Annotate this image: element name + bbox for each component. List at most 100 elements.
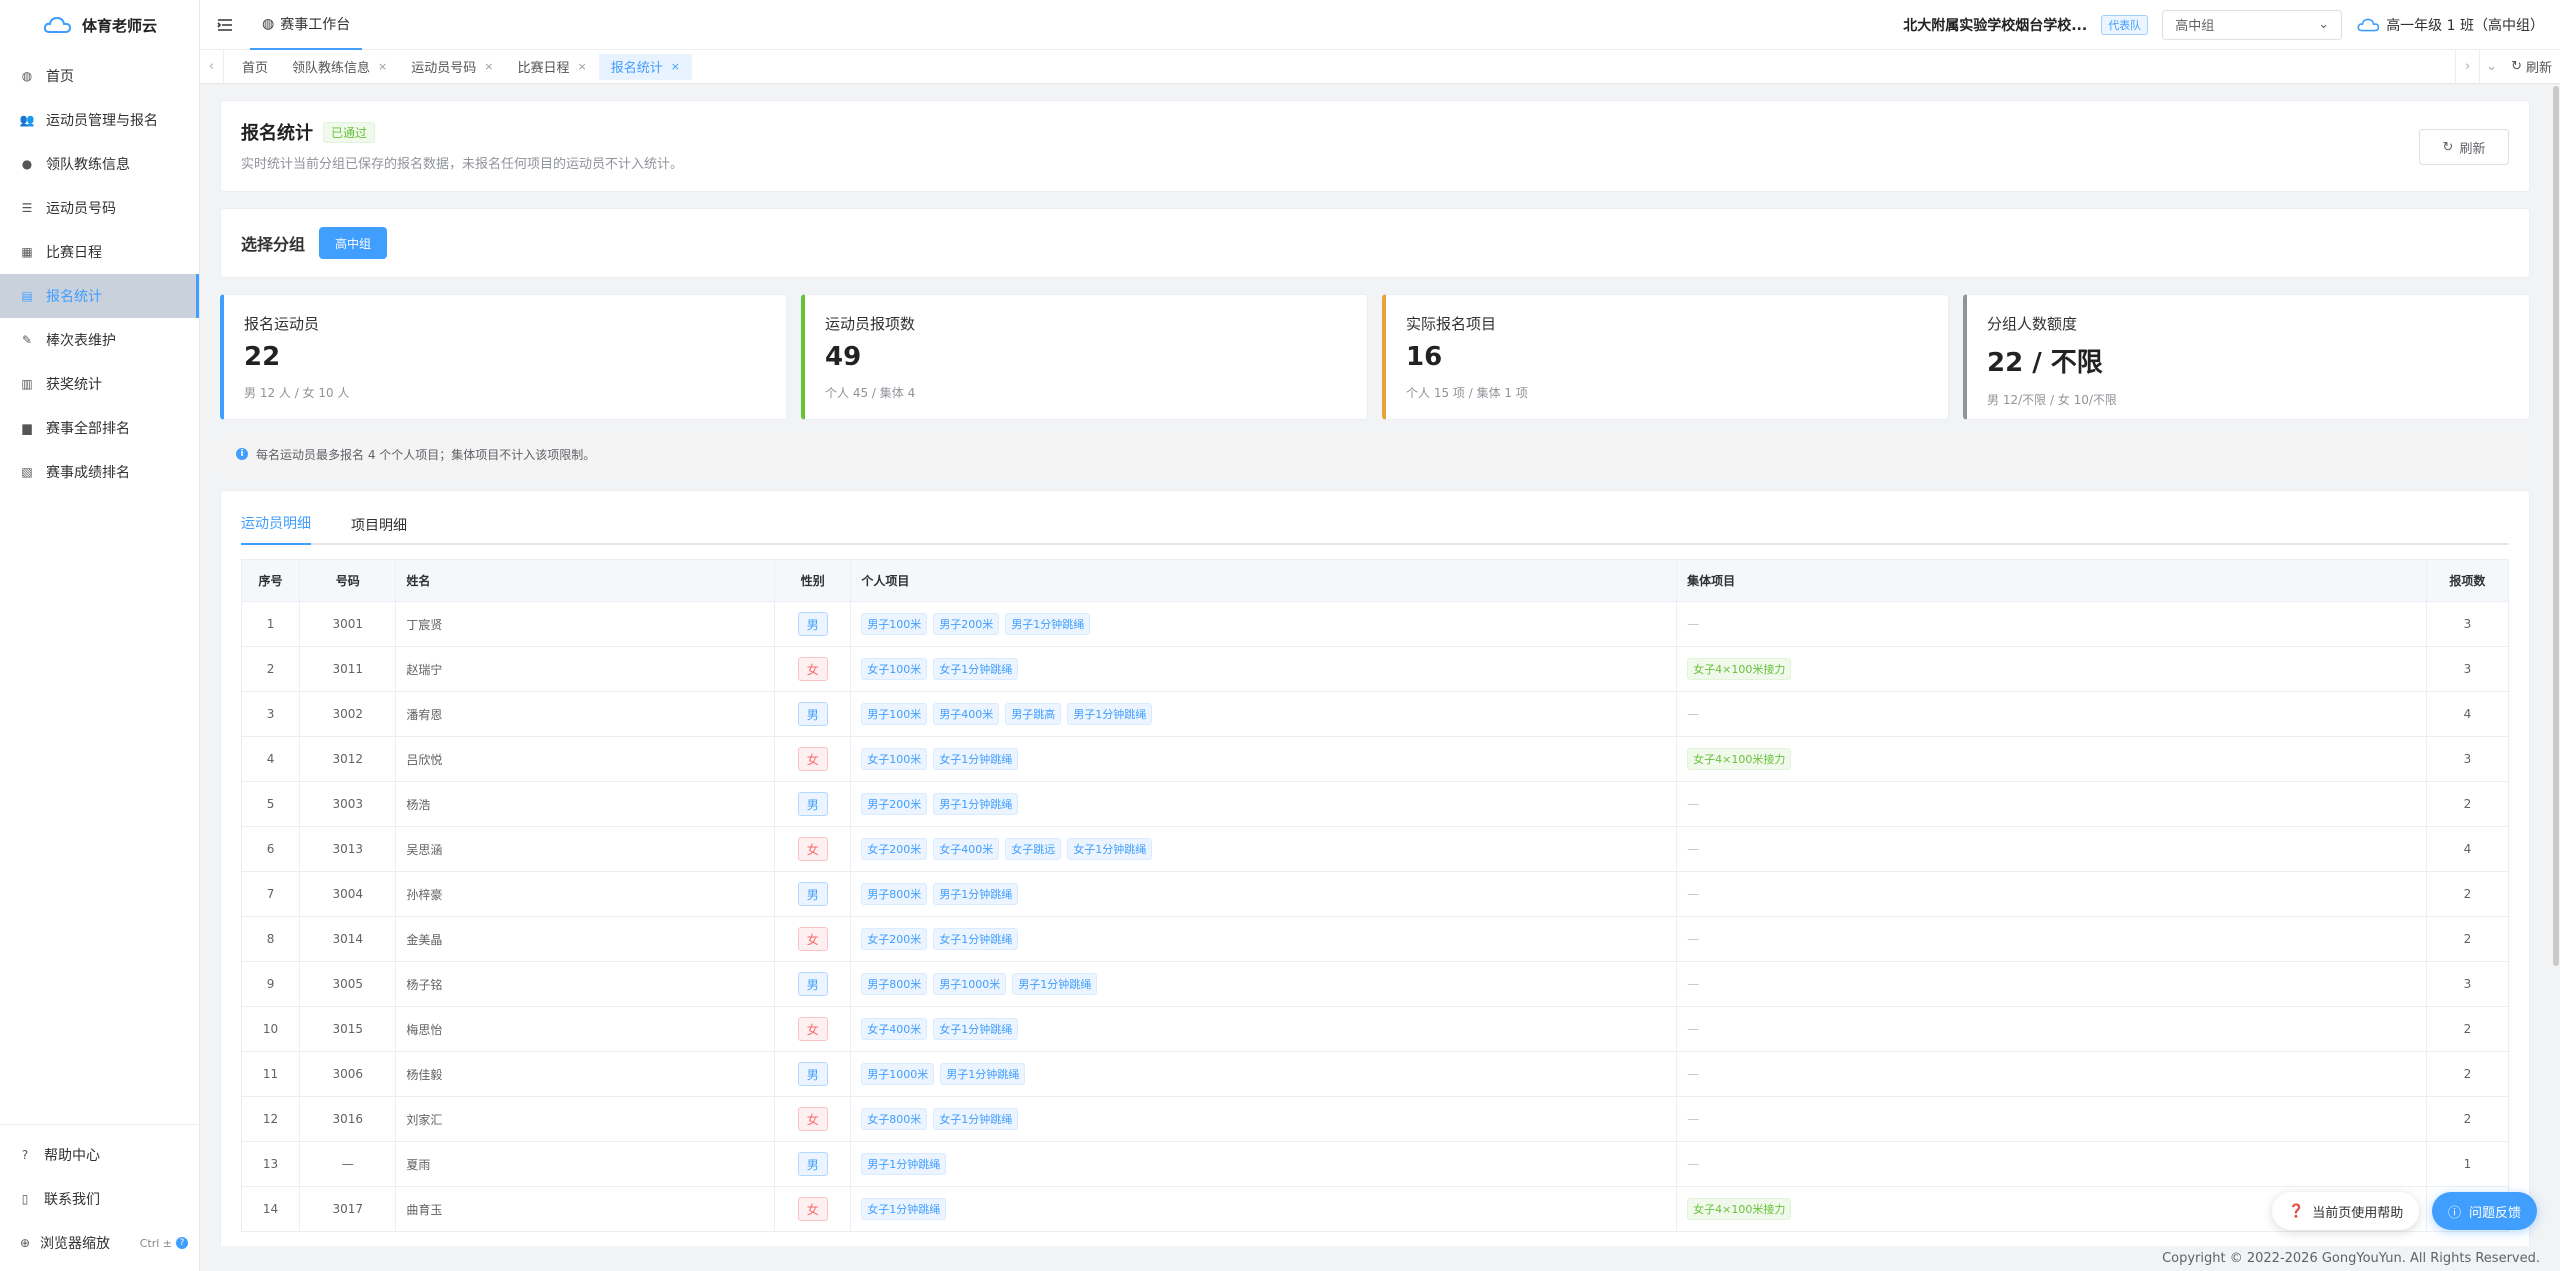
sidebar-item-2[interactable]: ● 领队教练信息: [0, 142, 199, 186]
event-tag: 女子1分钟跳绳: [933, 748, 1019, 770]
tabs-scroll-right-icon[interactable]: ›: [2455, 49, 2479, 84]
tabs-scroll-left-icon[interactable]: ‹: [200, 49, 224, 84]
table-header-row: 序号 号码 姓名 性别 个人项目 集体项目 报项数: [240, 559, 2510, 602]
cell-count: 1: [2425, 1141, 2510, 1187]
tab-label: 比赛日程: [517, 61, 570, 76]
cell-number: 3003: [299, 781, 397, 827]
browser-zoom[interactable]: ⊕ 浏览器缩放 Ctrl ±?: [0, 1221, 200, 1265]
event-tag: 女子1分钟跳绳: [861, 1198, 947, 1220]
sidebar-item-label: 棒次表维护: [46, 333, 116, 349]
cell-count: 3: [2425, 601, 2510, 647]
group-select[interactable]: 高中组 ⌄: [2162, 9, 2343, 40]
cell-name: 夏雨: [395, 1141, 776, 1187]
sidebar-item-label: 赛事全部排名: [46, 421, 130, 437]
cell-sex: 女: [774, 826, 852, 872]
cell-no: 7: [240, 871, 301, 917]
cell-count: 2: [2425, 1051, 2510, 1097]
topbar: ◍ 赛事工作台 北大附属实验学校烟台学校... 代表队 高中组 ⌄ 高一年级 1 …: [200, 0, 2560, 50]
help-center-label: 帮助中心: [44, 1148, 100, 1164]
sidebar-item-8[interactable]: ▆ 赛事全部排名: [0, 406, 199, 450]
close-icon[interactable]: ×: [671, 60, 680, 73]
question-icon[interactable]: ?: [176, 1237, 188, 1249]
brand[interactable]: 体育老师云: [0, 0, 199, 50]
tab-athlete-detail[interactable]: 运动员明细: [241, 513, 311, 545]
column-header: 号码: [299, 559, 397, 602]
cell-count: 4: [2425, 691, 2510, 737]
cell-no: 14: [240, 1186, 301, 1232]
close-icon[interactable]: ×: [378, 60, 387, 73]
scrollbar-thumb[interactable]: [2553, 86, 2559, 966]
event-tag: 女子200米: [861, 928, 928, 950]
cell-no: 5: [240, 781, 301, 827]
cell-team-events: —: [1676, 826, 2427, 872]
cell-sex: 女: [774, 1096, 852, 1142]
contact-link[interactable]: ▯ 联系我们: [0, 1177, 200, 1221]
tab-event-detail[interactable]: 项目明细: [351, 515, 407, 545]
tab-label: 报名统计: [610, 61, 663, 76]
stat-label: 实际报名项目: [1406, 315, 1497, 333]
table-row: 143017曲育玉女女子1分钟跳绳女子4×100米接力2: [240, 1186, 2510, 1232]
page-scrollbar[interactable]: [2552, 84, 2560, 1246]
sidebar-item-7[interactable]: ▥ 获奖统计: [0, 362, 199, 406]
tab-3[interactable]: 比赛日程 ×: [505, 54, 598, 80]
cell-count: 2: [2425, 781, 2510, 827]
cell-no: 1: [240, 601, 301, 647]
column-header: 序号: [240, 559, 301, 602]
detail-tabs: 运动员明细 项目明细: [241, 507, 2509, 545]
team-badge: 代表队: [2101, 14, 2149, 35]
tab-label: 领队教练信息: [292, 61, 371, 76]
tabs-bar: ‹ 首页 领队教练信息 × 运动员号码 × 比赛日程 × 报名统计 × › ⌄ ↻ 刷新: [200, 49, 2560, 84]
sidebar-item-0[interactable]: ◍ 首页: [0, 54, 199, 98]
sidebar-item-label: 获奖统计: [46, 377, 102, 393]
feedback-button[interactable]: ⓘ 问题反馈: [2432, 1192, 2538, 1230]
tab-2[interactable]: 运动员号码 ×: [399, 54, 505, 80]
table-body: 1 3001 丁宸贤男男子100米 男子200米 男子1分钟跳绳 —3 2 3011 赵瑞宁女女…: [240, 601, 2510, 1232]
cell-name: 杨浩: [395, 781, 776, 827]
group-select-value: 高中组: [2175, 19, 2215, 34]
class-switcher[interactable]: 高一年级 1 班（高中组）: [2356, 15, 2544, 35]
sidebar-item-1[interactable]: 👥 运动员管理与报名: [0, 98, 199, 142]
help-center-link[interactable]: ? 帮助中心: [0, 1133, 200, 1177]
event-tag: 男子1分钟跳绳: [933, 793, 1019, 815]
nav-workbench[interactable]: ◍ 赛事工作台: [250, 0, 363, 50]
tabs-refresh-button[interactable]: ↻ 刷新: [2503, 57, 2560, 76]
table-row: 12 3016 刘家汇女女子800米 女子1分钟跳绳 —2: [240, 1096, 2510, 1142]
cell-team-events: —: [1676, 1006, 2427, 1052]
tab-0[interactable]: 首页: [230, 54, 280, 80]
dashboard-icon: ◍: [21, 69, 33, 83]
stat-card: 运动员报项数 49 个人 45 / 集体 4: [801, 294, 1368, 420]
sidebar-item-label: 领队教练信息: [46, 157, 130, 173]
event-tag: 女子1分钟跳绳: [933, 1108, 1019, 1130]
cell-team-events: 女子4×100米接力: [1676, 646, 2427, 692]
tab-1[interactable]: 领队教练信息 ×: [280, 54, 399, 80]
tabs-dropdown-icon[interactable]: ⌄: [2479, 49, 2503, 84]
zoom-label: 浏览器缩放: [40, 1236, 110, 1252]
event-tag: 男子1分钟跳绳: [940, 1063, 1026, 1085]
document-icon: ▤: [21, 289, 33, 303]
refresh-button[interactable]: ↻ 刷新: [2419, 129, 2509, 165]
menu-toggle-icon[interactable]: [200, 18, 250, 32]
close-icon[interactable]: ×: [578, 60, 587, 73]
sex-tag: 女: [797, 657, 828, 681]
page-help-button[interactable]: ❓ 当前页使用帮助: [2272, 1192, 2420, 1230]
cell-sex: 女: [774, 1186, 852, 1232]
notice-bar: i 每名运动员最多报名 4 个个人项目；集体项目不计入该项限制。: [220, 434, 2530, 474]
cell-individual-events: 女子200米 女子1分钟跳绳: [850, 916, 1678, 962]
sidebar-item-3[interactable]: ☰ 运动员号码: [0, 186, 199, 230]
stat-card: 实际报名项目 16 个人 15 项 / 集体 1 项: [1382, 294, 1949, 420]
cell-no: 3: [240, 691, 301, 737]
sidebar-item-9[interactable]: ▧ 赛事成绩排名: [0, 450, 199, 494]
cell-number: 3015: [299, 1006, 397, 1052]
cell-sex: 女: [774, 646, 852, 692]
question-circle-icon: ❓: [2288, 1203, 2305, 1219]
tab-4[interactable]: 报名统计 ×: [598, 53, 692, 80]
stat-sub: 男 12 人 / 女 10 人: [244, 386, 350, 400]
sidebar-item-6[interactable]: ✎ 棒次表维护: [0, 318, 199, 362]
zoom-shortcut: Ctrl ±: [139, 1236, 172, 1250]
cell-name: 潘宥恩: [395, 691, 776, 737]
close-icon[interactable]: ×: [484, 60, 493, 73]
stat-sub: 男 12/不限 / 女 10/不限: [1987, 393, 2117, 407]
sidebar-item-5[interactable]: ▤ 报名统计: [0, 274, 199, 318]
group-button-senior[interactable]: 高中组: [319, 227, 388, 259]
sidebar-item-4[interactable]: ▦ 比赛日程: [0, 230, 199, 274]
